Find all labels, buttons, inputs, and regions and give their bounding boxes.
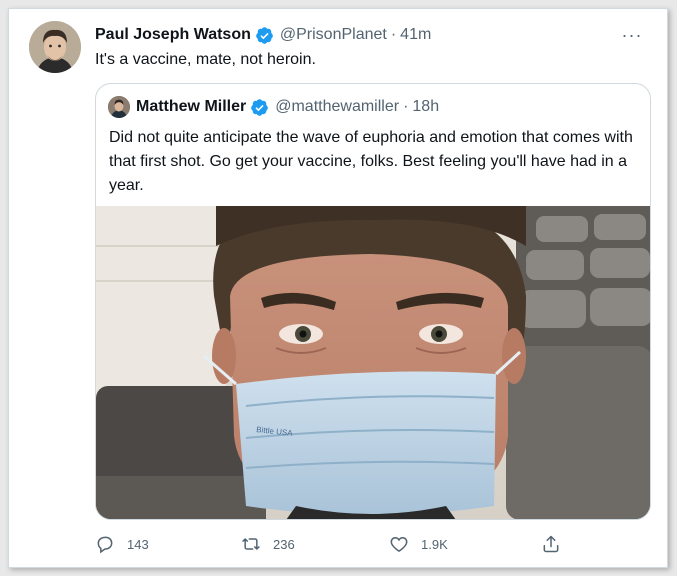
author-handle[interactable]: @PrisonPlanet [280, 26, 387, 44]
quoted-header-separator: · [403, 98, 409, 115]
quoted-tweet-timestamp[interactable]: 18h [412, 98, 439, 116]
tweet-actions-bar: 143 236 1.9K [95, 531, 565, 557]
quoted-tweet-photo[interactable]: Bittle USA [96, 206, 650, 519]
verified-badge-icon [255, 26, 274, 45]
reply-button[interactable]: 143 [95, 531, 149, 557]
tweet-header: Paul Joseph Watson @PrisonPlanet · 41m ·… [95, 23, 647, 47]
retweet-count: 236 [273, 536, 295, 552]
author-name[interactable]: Paul Joseph Watson [95, 26, 251, 44]
like-button[interactable]: 1.9K [389, 531, 448, 557]
quoted-author-avatar[interactable] [108, 96, 130, 118]
like-count: 1.9K [421, 536, 448, 552]
quoted-author-name[interactable]: Matthew Miller [136, 98, 246, 116]
author-avatar[interactable] [29, 21, 81, 73]
tweet-timestamp[interactable]: 41m [400, 26, 431, 44]
tweet-text: It's a vaccine, mate, not heroin. [95, 51, 316, 68]
share-icon [543, 535, 559, 553]
reply-icon [97, 536, 113, 554]
quoted-tweet-text: Did not quite anticipate the wave of eup… [109, 129, 633, 194]
retweet-icon [242, 538, 260, 550]
tweet-card: Paul Joseph Watson @PrisonPlanet · 41m ·… [8, 8, 668, 568]
avatar-image [29, 21, 81, 73]
header-separator: · [390, 26, 397, 43]
reply-count: 143 [127, 536, 149, 552]
quoted-author-handle[interactable]: @matthewamiller [275, 98, 399, 116]
heart-icon [390, 536, 408, 552]
quoted-avatar-image [108, 96, 130, 118]
more-options-icon[interactable]: ··· [621, 25, 643, 45]
quoted-tweet-header: Matthew Miller @matthewamiller · 18h [108, 96, 439, 118]
selfie-photo-image: Bittle USA [96, 206, 650, 519]
retweet-button[interactable]: 236 [241, 531, 295, 557]
quoted-verified-badge-icon [250, 98, 269, 117]
quoted-tweet[interactable]: Matthew Miller @matthewamiller · 18h Did… [95, 83, 651, 520]
share-button[interactable] [541, 531, 561, 557]
